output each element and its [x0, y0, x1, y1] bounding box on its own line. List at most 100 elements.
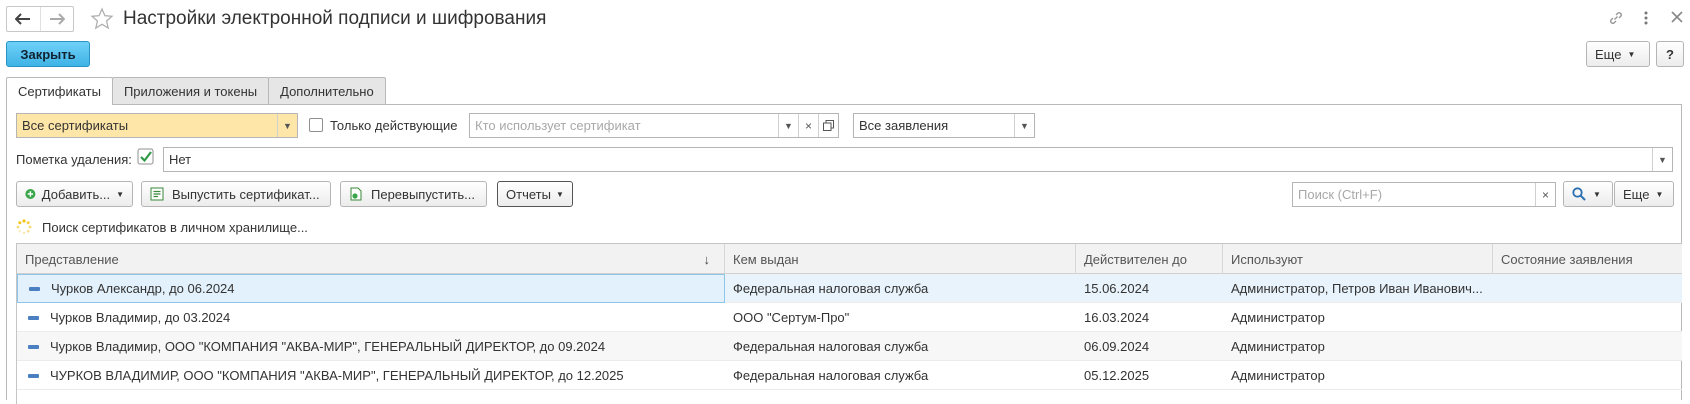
requests-filter-value: Все заявления [859, 118, 949, 133]
dropdown-arrow-icon[interactable]: ▼ [1014, 114, 1034, 137]
column-header-label: Состояние заявления [1501, 251, 1633, 267]
arrow-right-icon [49, 13, 65, 25]
cell-users[interactable]: Администратор [1223, 361, 1488, 390]
cell-users[interactable]: Администратор [1223, 332, 1488, 361]
tab-apps-tokens[interactable]: Приложения и токены [111, 77, 270, 104]
back-button[interactable] [7, 7, 40, 31]
reports-label: Отчеты [506, 186, 551, 202]
favorite-star-icon[interactable] [90, 7, 114, 34]
dropdown-arrow-icon: ▼ [1627, 49, 1636, 59]
help-button-label: ? [1666, 46, 1674, 62]
more-button[interactable]: Еще ▼ [1586, 41, 1650, 67]
certificate-filter-select[interactable]: Все сертификаты ▼ [16, 113, 298, 138]
link-icon[interactable] [1606, 8, 1626, 28]
column-header-label: Кем выдан [733, 251, 799, 267]
certificate-icon [28, 315, 39, 320]
search-input[interactable]: Поиск (Ctrl+F) × [1292, 182, 1556, 207]
dropdown-arrow-icon[interactable]: ▼ [277, 114, 297, 137]
deletion-mark-value: Нет [169, 152, 192, 167]
open-icon[interactable] [818, 114, 838, 137]
deletion-mark-checkbox[interactable] [137, 148, 155, 169]
deletion-mark-select[interactable]: Нет ▼ [163, 147, 1673, 172]
close-button[interactable]: Закрыть [6, 41, 90, 67]
cell-issuer[interactable]: Федеральная налоговая служба [725, 361, 1076, 390]
certificate-icon [28, 373, 39, 378]
tab-bar: Сертификаты Приложения и токены Дополнит… [6, 77, 386, 105]
dropdown-arrow-icon[interactable]: ▼ [778, 114, 798, 137]
certificate-icon [29, 286, 40, 291]
forward-button[interactable] [39, 7, 73, 31]
loading-spinner-icon [16, 219, 32, 238]
cell-issuer[interactable]: Федеральная налоговая служба [725, 332, 1076, 361]
column-header-label: Действителен до [1084, 251, 1187, 267]
tab-certificates[interactable]: Сертификаты [6, 77, 113, 105]
user-filter-input[interactable]: Кто использует сертификат ▼ × [469, 113, 839, 138]
clear-icon[interactable]: × [798, 114, 818, 137]
tab-label: Приложения и токены [123, 83, 258, 99]
cell-issuer[interactable]: Федеральная налоговая служба [725, 274, 1076, 303]
certificate-filter-value: Все сертификаты [22, 118, 129, 133]
column-header-valid-to[interactable]: Действителен до [1076, 244, 1223, 274]
dropdown-arrow-icon: ▼ [1655, 189, 1664, 199]
cell-text: Администратор [1231, 339, 1325, 354]
only-active-checkbox[interactable] [309, 118, 323, 132]
cell-valid-to[interactable]: 06.09.2024 [1076, 332, 1223, 361]
clear-search-icon[interactable]: × [1535, 183, 1555, 206]
dropdown-arrow-icon[interactable]: ▼ [1652, 148, 1672, 171]
requests-filter-select[interactable]: Все заявления ▼ [853, 113, 1035, 138]
cell-issuer[interactable]: ООО "Сертум-Про" [725, 303, 1076, 332]
cell-request-state[interactable] [1493, 361, 1683, 390]
column-header-request-state[interactable]: Состояние заявления [1493, 244, 1683, 274]
cell-text: ЧУРКОВ ВЛАДИМИР, ООО "КОМПАНИЯ "АКВА-МИР… [50, 368, 624, 383]
more-button-label: Еще [1595, 46, 1622, 62]
reports-button[interactable]: Отчеты ▼ [497, 181, 573, 207]
cell-presentation[interactable]: Чурков Владимир, ООО "КОМПАНИЯ "АКВА-МИР… [17, 332, 725, 361]
table-row[interactable]: Чурков Александр, до 06.2024 Федеральная… [17, 274, 1682, 303]
table-row[interactable]: Чурков Владимир, до 03.2024 ООО "Сертум-… [17, 303, 1682, 332]
cell-text: Федеральная налоговая служба [733, 281, 929, 296]
cell-presentation[interactable]: ЧУРКОВ ВЛАДИМИР, ООО "КОМПАНИЯ "АКВА-МИР… [17, 361, 725, 390]
column-header-users[interactable]: Используют [1223, 244, 1493, 274]
cell-request-state[interactable] [1493, 332, 1683, 361]
deletion-mark-label: Пометка удаления: [16, 152, 132, 167]
tab-additional[interactable]: Дополнительно [268, 77, 386, 104]
sort-arrow-icon: ↓ [703, 251, 711, 267]
cell-text: 16.03.2024 [1084, 310, 1150, 325]
cell-request-state[interactable] [1493, 303, 1683, 332]
column-header-presentation[interactable]: Представление ↓ [17, 244, 725, 274]
search-button[interactable]: ▼ [1563, 181, 1613, 207]
dropdown-arrow-icon: ▼ [555, 189, 564, 199]
tab-label: Дополнительно [280, 83, 374, 99]
cell-request-state[interactable] [1493, 274, 1683, 303]
help-button[interactable]: ? [1656, 41, 1684, 67]
more-actions-label: Еще [1623, 186, 1650, 202]
close-window-icon[interactable] [1670, 8, 1684, 29]
add-button-label: Добавить... [41, 186, 111, 202]
cell-valid-to[interactable]: 15.06.2024 [1076, 274, 1223, 303]
reissue-button[interactable]: Перевыпустить... [340, 181, 487, 207]
cell-text: Чурков Владимир, до 03.2024 [50, 310, 231, 325]
cell-text: 06.09.2024 [1084, 339, 1150, 354]
close-button-label: Закрыть [20, 46, 76, 62]
cell-text: ООО "Сертум-Про" [733, 310, 850, 325]
cell-users[interactable]: Администратор [1223, 303, 1488, 332]
more-actions-button[interactable]: Еще ▼ [1614, 181, 1674, 207]
add-button[interactable]: Добавить... ▼ [16, 181, 133, 207]
cell-presentation[interactable]: Чурков Александр, до 06.2024 [17, 274, 725, 303]
cell-text: 05.12.2025 [1084, 368, 1150, 383]
more-vertical-icon[interactable] [1636, 8, 1656, 28]
reissue-document-icon [350, 187, 362, 201]
column-header-issuer[interactable]: Кем выдан [725, 244, 1076, 274]
table-row[interactable]: Чурков Владимир, ООО "КОМПАНИЯ "АКВА-МИР… [17, 332, 1682, 361]
cell-users[interactable]: Администратор, Петров Иван Иванович... [1223, 274, 1488, 303]
cell-text: 15.06.2024 [1084, 281, 1150, 296]
nav-buttons [6, 6, 74, 32]
cell-valid-to[interactable]: 05.12.2025 [1076, 361, 1223, 390]
cell-valid-to[interactable]: 16.03.2024 [1076, 303, 1223, 332]
only-active-label: Только действующие [330, 118, 458, 133]
cell-text: Администратор [1231, 310, 1325, 325]
table-row[interactable]: ЧУРКОВ ВЛАДИМИР, ООО "КОМПАНИЯ "АКВА-МИР… [17, 361, 1682, 390]
issue-certificate-button[interactable]: Выпустить сертификат... [141, 181, 331, 207]
cell-text: Чурков Владимир, ООО "КОМПАНИЯ "АКВА-МИР… [50, 339, 606, 354]
cell-presentation[interactable]: Чурков Владимир, до 03.2024 [17, 303, 725, 332]
